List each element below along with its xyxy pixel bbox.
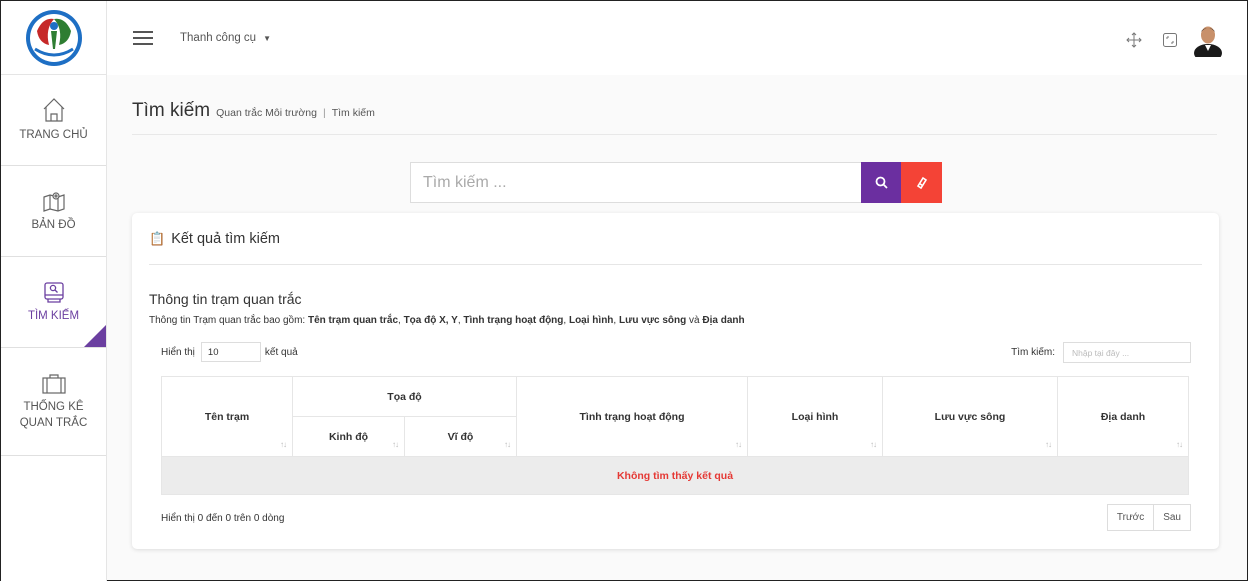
column-label: Loại hình: [791, 410, 839, 423]
toolbar-dropdown[interactable]: Thanh công cụ ▼: [180, 32, 271, 44]
map-icon: [42, 192, 65, 212]
hamburger-icon[interactable]: [133, 31, 153, 45]
sidebar-item-map[interactable]: BẢN ĐỒ: [1, 166, 106, 257]
sidebar-label-line2: QUAN TRẮC: [19, 416, 88, 429]
desc-field: Địa danh: [702, 315, 745, 326]
page-title: Tìm kiếm: [132, 100, 211, 121]
toolbar-label: Thanh công cụ: [180, 32, 257, 44]
column-label: Tên trạm: [204, 410, 250, 423]
column-label: Tọa độ: [387, 390, 422, 403]
sort-icon: ↑↓: [1176, 440, 1183, 449]
column-header-type[interactable]: Loại hình ↑↓: [747, 376, 883, 457]
card-header: 📋 Kết quả tìm kiếm: [149, 213, 1202, 265]
column-header-place[interactable]: Địa danh ↑↓: [1057, 376, 1189, 457]
home-icon: [43, 98, 64, 122]
topbar-right: [1107, 23, 1223, 57]
active-indicator: [84, 325, 106, 347]
sidebar-item-label: TRANG CHỦ: [19, 129, 88, 141]
desc-and: và: [686, 315, 703, 326]
column-header-lng[interactable]: Kinh độ ↑↓: [292, 416, 405, 457]
sidebar-item-home[interactable]: TRANG CHỦ: [1, 75, 106, 166]
sidebar-item-statistics[interactable]: THỐNG KÊ QUAN TRẮC: [1, 348, 106, 456]
column-header-coords: Tọa độ: [292, 376, 517, 417]
clipboard-icon: 📋: [149, 230, 166, 246]
page-length-select[interactable]: 10: [200, 342, 261, 362]
column-label: Kinh độ: [328, 430, 369, 443]
user-avatar[interactable]: [1193, 23, 1223, 57]
column-header-basin[interactable]: Lưu vực sông ↑↓: [882, 376, 1058, 457]
sort-icon: ↑↓: [870, 440, 877, 449]
briefcase-icon: [41, 373, 66, 394]
logo-area[interactable]: [1, 1, 106, 75]
results-table: Tên trạm ↑↓ Tọa độ Tình trạng hoạt động …: [161, 376, 1189, 495]
page-header: Tìm kiếm Quan trắc Môi trường | Tìm kiếm: [132, 100, 1217, 135]
column-label: Lưu vực sông: [934, 410, 1006, 423]
next-button[interactable]: Sau: [1154, 504, 1191, 531]
length-label-pre: Hiển thị: [161, 346, 195, 358]
desc-field: Tình trạng hoạt động: [463, 315, 564, 326]
clear-button[interactable]: [901, 162, 942, 203]
sort-icon: ↑↓: [392, 440, 399, 449]
pagination: Trước Sau: [1106, 504, 1191, 531]
main-content: Tìm kiếm Quan trắc Môi trường | Tìm kiếm…: [107, 75, 1247, 580]
sort-icon: ↑↓: [1045, 440, 1052, 449]
desc-field: Tọa độ X, Y: [403, 315, 458, 326]
column-header-name[interactable]: Tên trạm ↑↓: [161, 376, 293, 457]
search-input[interactable]: [410, 162, 861, 203]
topbar: Thanh công cụ ▼: [107, 1, 1247, 75]
filter-input[interactable]: [1063, 342, 1191, 363]
sort-icon: ↑↓: [280, 440, 287, 449]
search-button[interactable]: [861, 162, 901, 203]
empty-message: Không tìm thấy kết quả: [161, 456, 1189, 495]
length-label-post: kết quả: [264, 346, 298, 358]
column-label: Tình trạng hoạt động: [579, 410, 685, 423]
sort-icon: ↑↓: [735, 440, 742, 449]
fullscreen-icon[interactable]: [1161, 31, 1179, 49]
search-icon: [875, 176, 888, 189]
sidebar-item-label: THỐNG KÊ QUAN TRẮC: [20, 399, 88, 431]
breadcrumb-item[interactable]: Quan trắc Môi trường: [216, 107, 317, 119]
sidebar-item-label: TÌM KIẾM: [27, 310, 80, 322]
table-filter: Tìm kiếm:: [1011, 342, 1191, 363]
desc-field: Tên trạm quan trắc: [307, 315, 399, 326]
section-title: Thông tin trạm quan trắc: [149, 291, 302, 307]
column-header-lat[interactable]: Vĩ độ ↑↓: [404, 416, 517, 457]
sidebar: TRANG CHỦ BẢN ĐỒ TÌM KIẾM THỐNG KÊ QUAN …: [1, 1, 107, 581]
desc-field: Loại hình: [568, 315, 614, 326]
prev-button[interactable]: Trước: [1106, 504, 1155, 531]
desc-field: Lưu vực sông: [618, 315, 687, 326]
page-length-control: Hiển thị 10 kết quả: [161, 342, 298, 362]
sidebar-item-search[interactable]: TÌM KIẾM: [1, 257, 106, 348]
move-icon[interactable]: [1125, 31, 1143, 49]
search-bar: [410, 162, 942, 203]
ministry-logo-icon: [25, 9, 82, 66]
eraser-icon: [916, 176, 928, 189]
table-info: Hiển thị 0 đến 0 trên 0 dòng: [161, 513, 285, 524]
section-description: Thông tin Trạm quan trắc bao gồm: Tên tr…: [149, 315, 745, 326]
caret-down-icon: ▼: [263, 33, 272, 43]
filter-label: Tìm kiếm:: [1011, 347, 1055, 358]
column-label: Vĩ độ: [447, 430, 474, 443]
column-label: Địa danh: [1100, 410, 1146, 423]
breadcrumb-item: Tìm kiếm: [331, 107, 375, 119]
sidebar-label-line1: THỐNG KÊ: [23, 400, 84, 413]
sort-icon: ↑↓: [504, 440, 511, 449]
card-title: Kết quả tìm kiếm: [171, 230, 280, 247]
results-card: 📋 Kết quả tìm kiếm Thông tin trạm quan t…: [132, 213, 1219, 549]
sidebar-item-label: BẢN ĐỒ: [31, 219, 76, 231]
desc-prefix: Thông tin Trạm quan trắc bao gồm:: [149, 315, 308, 326]
column-header-status[interactable]: Tình trạng hoạt động ↑↓: [516, 376, 748, 457]
breadcrumb-separator: |: [322, 107, 326, 119]
search-device-icon: [43, 282, 64, 303]
